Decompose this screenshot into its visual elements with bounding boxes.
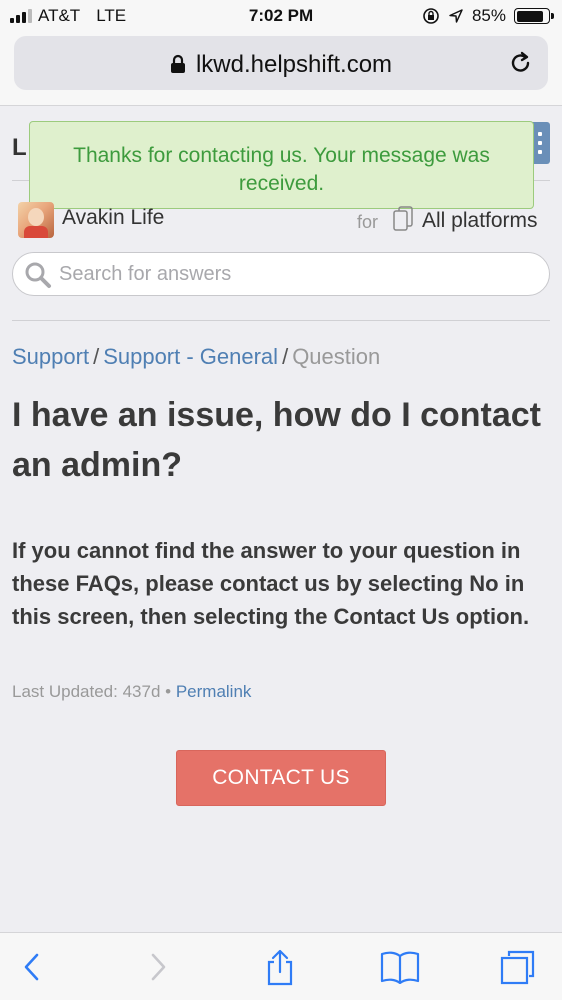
faq-title: I have an issue, how do I contact an adm… bbox=[12, 396, 542, 484]
battery-icon bbox=[514, 8, 554, 24]
faq-meta: Last Updated: 437d • Permalink bbox=[12, 682, 251, 702]
chevron-right-icon bbox=[151, 953, 166, 981]
contact-us-button[interactable]: CONTACT US bbox=[176, 750, 386, 806]
chevron-left-icon bbox=[24, 953, 39, 981]
tabs-button[interactable] bbox=[498, 947, 538, 987]
search-divider bbox=[12, 320, 550, 321]
platforms-icon bbox=[393, 206, 413, 231]
platform-selector[interactable]: All platforms bbox=[422, 209, 538, 233]
breadcrumb-separator: / bbox=[93, 344, 100, 369]
status-right: 85% bbox=[422, 6, 554, 26]
app-avatar bbox=[18, 202, 54, 238]
toast-message: Thanks for contacting us. Your message w… bbox=[73, 144, 490, 195]
forward-button[interactable] bbox=[138, 947, 178, 987]
url-display[interactable]: lkwd.helpshift.com bbox=[14, 51, 548, 79]
lock-icon bbox=[170, 54, 185, 73]
status-bar: AT&T LTE 7:02 PM 85% bbox=[0, 0, 562, 32]
search-box[interactable] bbox=[12, 252, 550, 296]
breadcrumb: Support / Support - General / Question bbox=[12, 344, 380, 370]
book-icon bbox=[380, 951, 420, 984]
share-button[interactable] bbox=[260, 947, 300, 987]
success-toast: Thanks for contacting us. Your message w… bbox=[29, 121, 534, 209]
meta-bullet: • bbox=[165, 682, 172, 701]
address-bar[interactable]: lkwd.helpshift.com bbox=[14, 36, 548, 90]
site-logo[interactable]: L bbox=[12, 134, 27, 162]
last-updated: Last Updated: 437d bbox=[12, 682, 161, 701]
orientation-lock-icon bbox=[423, 8, 439, 24]
breadcrumb-support[interactable]: Support bbox=[12, 344, 89, 369]
share-icon bbox=[267, 949, 293, 986]
back-button[interactable] bbox=[12, 947, 52, 987]
bookmarks-button[interactable] bbox=[380, 947, 420, 987]
reload-icon[interactable] bbox=[508, 50, 534, 76]
browser-toolbar bbox=[0, 932, 562, 1000]
search-icon bbox=[25, 262, 51, 288]
browser-address-area: lkwd.helpshift.com bbox=[0, 32, 562, 106]
web-page: L Thanks for contacting us. Your message… bbox=[0, 106, 562, 932]
app-name[interactable]: Avakin Life bbox=[62, 206, 164, 230]
location-arrow-icon bbox=[449, 9, 463, 23]
for-label: for bbox=[357, 212, 379, 232]
tabs-icon bbox=[500, 950, 535, 985]
battery-percent: 85% bbox=[471, 6, 506, 25]
permalink-link[interactable]: Permalink bbox=[176, 682, 252, 701]
search-input[interactable] bbox=[59, 259, 529, 289]
app-selector-row: Avakin Life for All platforms bbox=[18, 202, 548, 240]
url-text: lkwd.helpshift.com bbox=[195, 51, 393, 78]
breadcrumb-separator: / bbox=[282, 344, 289, 369]
faq-body: If you cannot find the answer to your qu… bbox=[12, 538, 530, 629]
breadcrumb-support-general[interactable]: Support - General bbox=[103, 344, 278, 369]
breadcrumb-current: Question bbox=[292, 344, 381, 369]
